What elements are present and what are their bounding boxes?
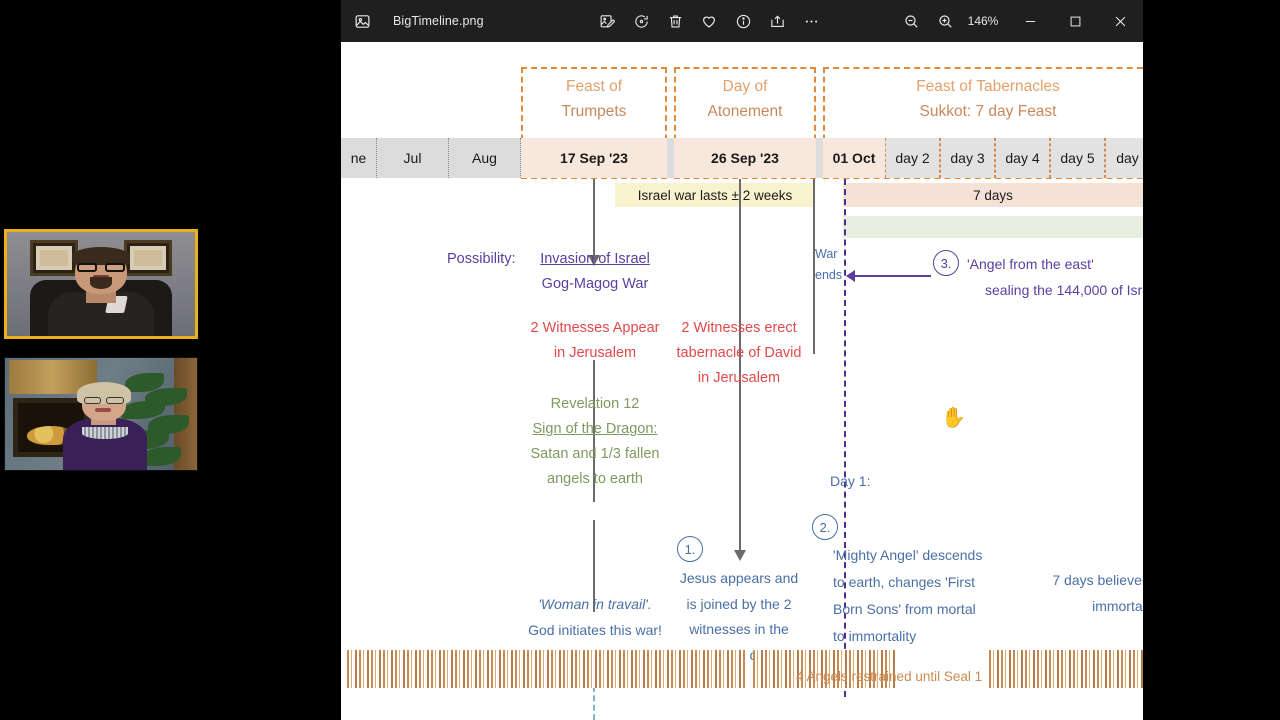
witnesses-erect-line1: 2 Witnesses erect — [681, 320, 797, 336]
annotation-possibility: Possibility: — [447, 247, 516, 272]
bar-israel-war: Israel war lasts ± 2 weeks — [615, 183, 815, 207]
annotation-mighty-angel: 'Mighty Angel' descends to earth, change… — [833, 542, 995, 650]
feast-trumpets-line2: Trumpets — [561, 103, 627, 120]
annotation-witnesses-appear: 2 Witnesses Appear in Jerusalem — [507, 316, 683, 366]
feast-label-atonement: Day of Atonement — [674, 74, 816, 124]
file-name-title: BigTimeline.png — [393, 14, 484, 28]
zoom-in-icon[interactable] — [928, 6, 962, 36]
timeline-cell-day5[interactable]: day 5 — [1050, 138, 1105, 178]
timeline-cell-jul[interactable]: Jul — [377, 138, 449, 178]
believers-line1: 7 days believers on — [1052, 572, 1143, 588]
share-icon[interactable] — [760, 6, 794, 36]
invasion-line2: Gog-Magog War — [541, 276, 649, 292]
feast-label-trumpets: Feast of Trumpets — [521, 74, 667, 124]
webcam-video-man — [7, 232, 195, 336]
edit-image-icon[interactable] — [590, 6, 624, 36]
feast-tabernacles-line1: Feast of Tabernacles — [916, 78, 1060, 95]
mighty-angel-line1: 'Mighty Angel' descends — [833, 547, 983, 563]
barcode-segment-3 — [989, 650, 1143, 688]
connector-arrow-atonement — [734, 550, 746, 561]
witnesses-appear-line2: in Jerusalem — [553, 345, 637, 361]
close-button[interactable] — [1098, 0, 1143, 42]
rotate-icon[interactable] — [624, 6, 658, 36]
bar-seven-days: 7 days — [843, 183, 1143, 207]
webcam-thumbnail-speaker-1[interactable] — [4, 229, 198, 339]
timeline-cell-day4[interactable]: day 4 — [995, 138, 1050, 178]
webcam-thumbnail-speaker-2[interactable] — [4, 357, 198, 471]
possibility-label: Possibility: — [447, 251, 516, 267]
annotation-believers-immortal: 7 days believers on immortal bod — [1013, 568, 1143, 619]
annotation-angel-east: 'Angel from the east' sealing the 144,00… — [967, 251, 1143, 303]
step-number-3: 3. — [933, 250, 959, 276]
jesus-appears-line2: is joined by the 2 — [686, 595, 792, 612]
zoom-controls: 146% — [894, 6, 1008, 36]
photo-viewer-window: BigTimeline.png 146% Feast of Trumpets D… — [341, 0, 1143, 720]
titlebar-tools — [590, 6, 828, 36]
annotation-witnesses-erect: 2 Witnesses erect tabernacle of David in… — [659, 316, 819, 391]
timeline-cell-june[interactable]: ne — [341, 138, 377, 178]
jesus-appears-line3: witnesses in the — [689, 621, 789, 637]
annotation-invasion: Invasion of Israel Gog-Magog War — [527, 247, 663, 297]
mighty-angel-line4: to immortality — [833, 628, 917, 644]
timeline-cell-01oct[interactable]: 01 Oct — [823, 138, 885, 178]
mighty-angel-line2: to earth, changes 'First — [833, 574, 975, 590]
revelation-line4: angels to earth — [547, 471, 643, 487]
woman-travail-line1: 'Woman in travail'. — [538, 596, 652, 612]
feast-label-tabernacles: Feast of Tabernacles Sukkot: 7 day Feast — [823, 74, 1143, 124]
zoom-level-label: 146% — [967, 14, 999, 28]
timeline-cell-day6[interactable]: day — [1105, 138, 1143, 178]
witnesses-appear-line1: 2 Witnesses Appear — [530, 320, 660, 336]
timeline-cell-26sep[interactable]: 26 Sep '23 — [674, 138, 816, 178]
barcode-strip — [341, 650, 1143, 688]
feast-trumpets-line1: Feast of — [566, 78, 622, 95]
war-ends-line2: ends — [815, 268, 843, 282]
delete-icon[interactable] — [658, 6, 692, 36]
timeline-cell-17sep[interactable]: 17 Sep '23 — [521, 138, 667, 178]
feast-atonement-line2: Atonement — [707, 103, 783, 120]
feast-atonement-line1: Day of — [722, 78, 768, 95]
barcode-label-seal: 4 Angels restrained until Seal 1 — [796, 669, 983, 684]
window-titlebar: BigTimeline.png 146% — [341, 0, 1143, 42]
angel-east-line1: 'Angel from the east' — [967, 256, 1094, 272]
feast-tabernacles-line2: Sukkot: 7 day Feast — [919, 103, 1057, 120]
woman-travail-line2: God initiates this war! — [528, 621, 662, 638]
timeline-date-strip: ne Jul Aug 17 Sep '23 26 Sep '23 01 Oct … — [341, 138, 1143, 178]
annotation-woman-travail: 'Woman in travail'. God initiates this w… — [507, 592, 683, 643]
photo-app-icon — [341, 13, 383, 30]
favorite-icon[interactable] — [692, 6, 726, 36]
mouse-cursor-hand: ✋ — [941, 407, 966, 429]
timeline-cell-aug[interactable]: Aug — [449, 138, 521, 178]
believers-line2: immortal bod — [1092, 597, 1143, 614]
angel-east-line2: sealing the 144,000 of Israel — [985, 282, 1143, 298]
zoom-out-icon[interactable] — [894, 6, 928, 36]
witnesses-erect-line3: in Jerusalem — [697, 370, 781, 386]
minimize-button[interactable] — [1008, 0, 1053, 42]
arrow-to-war-ends — [846, 271, 931, 281]
war-ends-line1: War — [815, 247, 838, 261]
step-number-2: 2. — [812, 514, 838, 540]
invasion-line1: Invasion of Israel — [540, 251, 650, 267]
revelation-line2: Sign of the Dragon: — [532, 421, 658, 437]
witnesses-erect-line2: tabernacle of David — [676, 345, 802, 361]
bar-green-band — [843, 216, 1143, 238]
jesus-appears-line1: Jesus appears and — [679, 570, 799, 586]
timeline-image-canvas[interactable]: Feast of Trumpets Day of Atonement Feast… — [341, 42, 1143, 720]
revelation-line3: Satan and 1/3 fallen — [530, 446, 660, 462]
timeline-cell-day3[interactable]: day 3 — [940, 138, 995, 178]
annotation-revelation-12: Revelation 12 Sign of the Dragon: Satan … — [507, 392, 683, 492]
annotation-day1-label: Day 1: — [830, 473, 871, 489]
more-options-icon[interactable] — [794, 6, 828, 36]
screen: BigTimeline.png 146% Feast of Trumpets D… — [0, 0, 1280, 720]
revelation-line1: Revelation 12 — [550, 396, 640, 412]
timeline-cell-day2[interactable]: day 2 — [885, 138, 940, 178]
annotation-war-ends: War ends — [815, 244, 849, 286]
step-number-1: 1. — [677, 536, 703, 562]
maximize-button[interactable] — [1053, 0, 1098, 42]
barcode-segment-1 — [347, 650, 747, 688]
webcam-video-woman — [5, 358, 197, 470]
info-icon[interactable] — [726, 6, 760, 36]
mighty-angel-line3: Born Sons' from mortal — [833, 601, 976, 617]
